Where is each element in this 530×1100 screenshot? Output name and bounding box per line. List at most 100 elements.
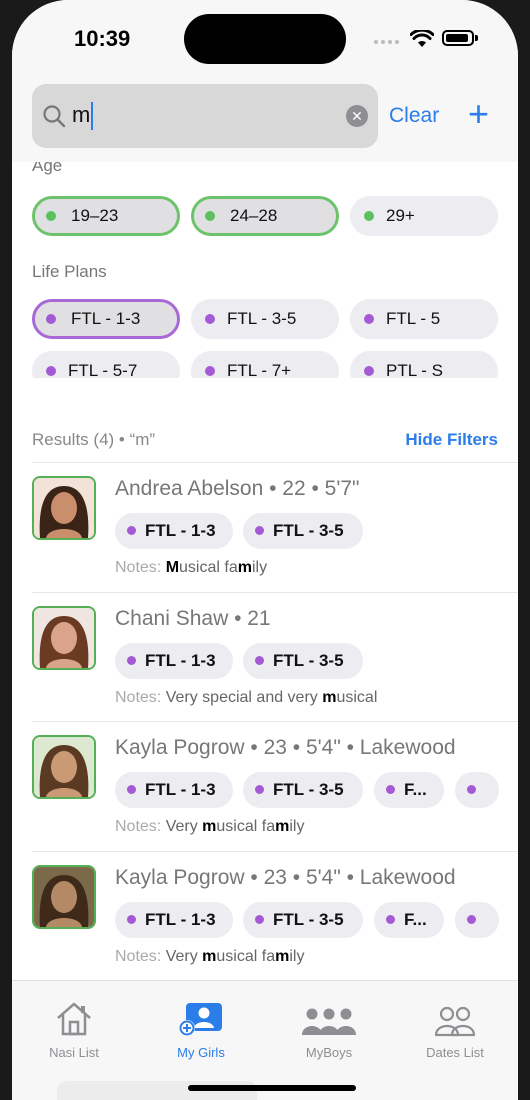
tab-my-girls[interactable]: My Girls [146,997,256,1060]
plan-dot [127,526,136,535]
life-plan-tag: FTL - 1-3 [115,643,233,679]
result-row[interactable]: Kayla Pogrow • 23 • 5'4" • Lakewood FTL -… [32,721,518,851]
life-plan-chip[interactable]: FTL - 7+ [191,351,339,378]
search-field[interactable]: m ✕ [32,84,378,148]
device-frame: 10:39 m ✕ Clear + Age 19–23 24–28 29+ Life… [0,0,530,1100]
people-two-icon [434,1006,476,1037]
age-section-label: Age [32,162,63,175]
result-name: Kayla Pogrow • 23 • 5'4" • Lakewood [115,866,456,889]
notes-highlight: m [275,948,290,965]
battery-tip [475,35,478,41]
plan-dot [46,314,56,324]
result-row[interactable]: Chani Shaw • 21 FTL - 1-3 FTL - 3-5 Notes: … [32,592,518,722]
notes-label: Notes: [115,559,162,576]
plan-dot [255,526,264,535]
result-row[interactable]: Andrea Abelson • 22 • 5'7" FTL - 1-3 FTL -… [32,462,518,592]
age-chip[interactable]: 19–23 [32,196,180,236]
chip-label: 19–23 [71,206,119,225]
chip-label: PTL - S [386,361,443,378]
chip-label: FTL - 5 [386,309,441,328]
result-notes: Notes: Very special and very musical [115,689,377,707]
plan-dot [255,785,264,794]
plan-dot [364,314,374,324]
plan-dot [386,785,395,794]
result-name: Kayla Pogrow • 23 • 5'4" • Lakewood [115,736,456,759]
plan-dot [467,785,476,794]
life-plan-chip[interactable]: FTL - 5-7 [32,351,180,378]
plan-dot [255,656,264,665]
chip-label: 24–28 [230,206,278,225]
age-dot [205,211,215,221]
plan-dot [386,915,395,924]
chip-label: FTL - 3-5 [227,309,297,328]
chip-label: 29+ [386,206,415,225]
plan-dot [205,366,215,376]
add-button[interactable]: + [468,94,489,134]
people-three-icon [302,1008,356,1035]
age-chip[interactable]: 24–28 [191,196,339,236]
plan-dot [205,314,215,324]
life-plan-chip[interactable]: FTL - 5 [350,299,498,339]
life-plan-chip[interactable]: FTL - 3-5 [191,299,339,339]
tag-label: FTL - 3-5 [273,521,344,540]
life-plan-tag: FTL - 1-3 [115,513,233,549]
tab-my-boys[interactable]: MyBoys [274,997,384,1060]
status-bar: 10:39 [12,0,518,80]
chip-label: FTL - 1-3 [71,309,141,328]
notes-text: Very [165,948,203,965]
tag-label: FTL - 1-3 [145,910,216,929]
result-row[interactable]: Kayla Pogrow • 23 • 5'4" • Lakewood FTL -… [32,851,518,981]
notes-text: Very special and very [165,689,323,706]
tag-label: FTL - 3-5 [273,651,344,670]
tab-label: Nasi List [49,1045,99,1060]
plan-dot [255,915,264,924]
notes-label: Notes: [115,948,162,965]
chip-label: FTL - 5-7 [68,361,138,378]
notes-highlight: M [165,559,180,576]
dynamic-island [184,14,346,64]
notes-highlight: m [237,559,252,576]
tab-dates-list[interactable]: Dates List [400,997,510,1060]
notes-text: usical fa [216,818,276,835]
notes-text: ily [251,559,268,576]
search-bar-area: m ✕ Clear + [12,80,518,163]
tag-label: F... [404,780,427,799]
age-chip[interactable]: 29+ [350,196,498,236]
notes-highlight: m [275,818,290,835]
result-notes: Notes: Musical family [115,559,267,577]
status-time: 10:39 [74,26,131,51]
avatar [32,476,96,540]
tab-nasi-list[interactable]: Nasi List [19,997,129,1060]
life-plan-chip[interactable]: FTL - 1-3 [32,299,180,339]
notes-highlight: m [202,818,217,835]
result-name: Andrea Abelson • 22 • 5'7" [115,477,360,500]
clear-button[interactable]: Clear [389,104,439,128]
search-input[interactable]: m [72,102,94,131]
notes-label: Notes: [115,818,162,835]
hide-filters-button[interactable]: Hide Filters [405,430,498,450]
wifi-icon [410,30,434,47]
result-notes: Notes: Very musical family [115,818,304,836]
search-input-value: m [72,102,91,127]
tab-bar: Nasi List My Girls MyBoys Dates List [12,980,518,1100]
tag-label: FTL - 3-5 [273,910,344,929]
life-plan-tag [455,902,499,938]
notes-text: usical [336,689,378,706]
life-plan-tag: FTL - 3-5 [243,902,363,938]
life-plan-chip[interactable]: PTL - S [350,351,498,378]
chip-label: FTL - 7+ [227,361,292,378]
life-plan-tag: F... [374,902,444,938]
battery-icon [442,30,474,46]
life-plan-tag: FTL - 1-3 [115,902,233,938]
life-plan-tag: FTL - 3-5 [243,772,363,808]
result-name: Chani Shaw • 21 [115,607,271,630]
age-dot [364,211,374,221]
notes-text: usical fa [179,559,238,576]
house-icon [57,1002,91,1036]
life-plan-tag [455,772,499,808]
tag-label: FTL - 1-3 [145,651,216,670]
notes-text: ily [289,818,305,835]
plan-dot [127,785,136,794]
search-icon [43,105,66,128]
clear-text-icon[interactable]: ✕ [346,105,368,127]
